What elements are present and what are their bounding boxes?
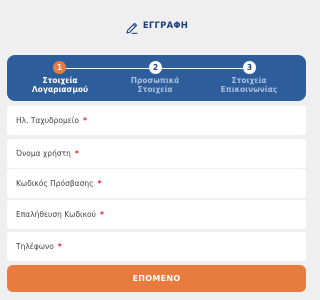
required-marker: * <box>97 179 102 188</box>
required-marker: * <box>57 242 62 251</box>
step-connector <box>161 68 249 69</box>
phone-field[interactable]: Τηλέφωνο * <box>7 232 306 261</box>
step-1-label: Στοιχεία Λογαριασμού <box>31 76 89 94</box>
confirm-password-field[interactable]: Επαλήθευση Κωδικού * <box>7 200 306 229</box>
phone-placeholder: Τηλέφωνο <box>16 242 54 251</box>
username-field[interactable]: Όνομα χρήστη * <box>7 139 306 168</box>
page-header: ΕΓΓΡΑΦΗ <box>0 14 313 38</box>
required-marker: * <box>74 149 79 158</box>
page-title: ΕΓΓΡΑΦΗ <box>142 21 189 31</box>
step-3-indicator[interactable]: 3 <box>243 61 256 74</box>
password-placeholder: Κωδικός Πρόσβασης <box>16 179 94 188</box>
registration-stepper: 1 2 3 Στοιχεία Λογαριασμού Προσωπικά Στο… <box>7 55 306 101</box>
step-1-indicator[interactable]: 1 <box>53 61 66 74</box>
step-2-label: Προσωπικά Στοιχεία <box>130 76 180 94</box>
next-button[interactable]: ΕΠΟΜΕΝΟ <box>7 265 306 292</box>
required-marker: * <box>82 116 87 125</box>
username-placeholder: Όνομα χρήστη <box>16 149 71 158</box>
password-field[interactable]: Κωδικός Πρόσβασης * <box>7 169 306 198</box>
confirm-password-placeholder: Επαλήθευση Κωδικού <box>16 210 96 219</box>
step-connector <box>66 68 152 69</box>
pen-icon <box>125 20 139 34</box>
required-marker: * <box>99 210 104 219</box>
step-3-label: Στοιχεία Επικοινωνίας <box>220 76 278 94</box>
step-2-indicator[interactable]: 2 <box>149 61 162 74</box>
email-field[interactable]: Ηλ. Ταχυδρομείο * <box>7 106 306 135</box>
email-placeholder: Ηλ. Ταχυδρομείο <box>16 116 79 125</box>
